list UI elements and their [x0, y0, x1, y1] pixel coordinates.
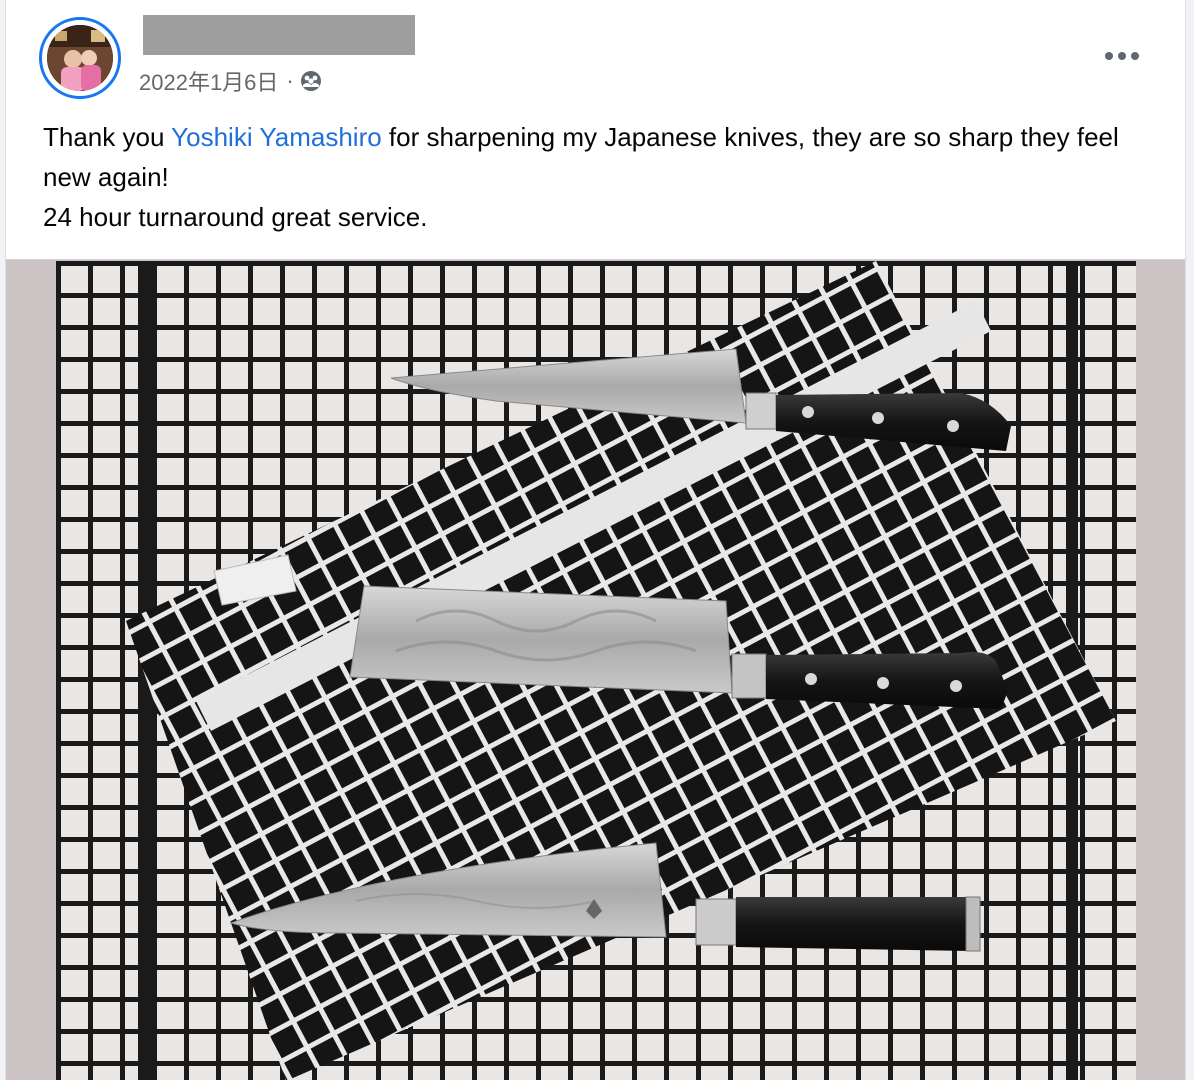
meta-separator: ·	[286, 68, 294, 93]
more-options-icon-dot	[1118, 52, 1126, 60]
more-options-icon-dot	[1131, 52, 1139, 60]
more-options-button[interactable]	[1092, 36, 1152, 76]
post-date[interactable]: 2022年1月6日	[139, 65, 278, 97]
post-card: 2022年1月6日 · Thank you Yoshiki Yamashiro …	[5, 0, 1186, 1080]
photo-frame	[6, 259, 1185, 1080]
mention-link[interactable]: Yoshiki Yamashiro	[171, 122, 382, 152]
post-text-part: Thank you	[43, 122, 172, 152]
friends-icon[interactable]	[300, 70, 322, 92]
avatar[interactable]	[47, 25, 113, 91]
post-text-line2: 24 hour turnaround great service.	[43, 202, 428, 232]
post-text: Thank you Yoshiki Yamashiro for sharpeni…	[43, 117, 1173, 237]
author-name-redacted[interactable]	[143, 15, 415, 55]
more-options-icon	[1105, 52, 1113, 60]
post-meta: 2022年1月6日 ·	[139, 64, 322, 98]
post-photo[interactable]	[56, 261, 1136, 1080]
